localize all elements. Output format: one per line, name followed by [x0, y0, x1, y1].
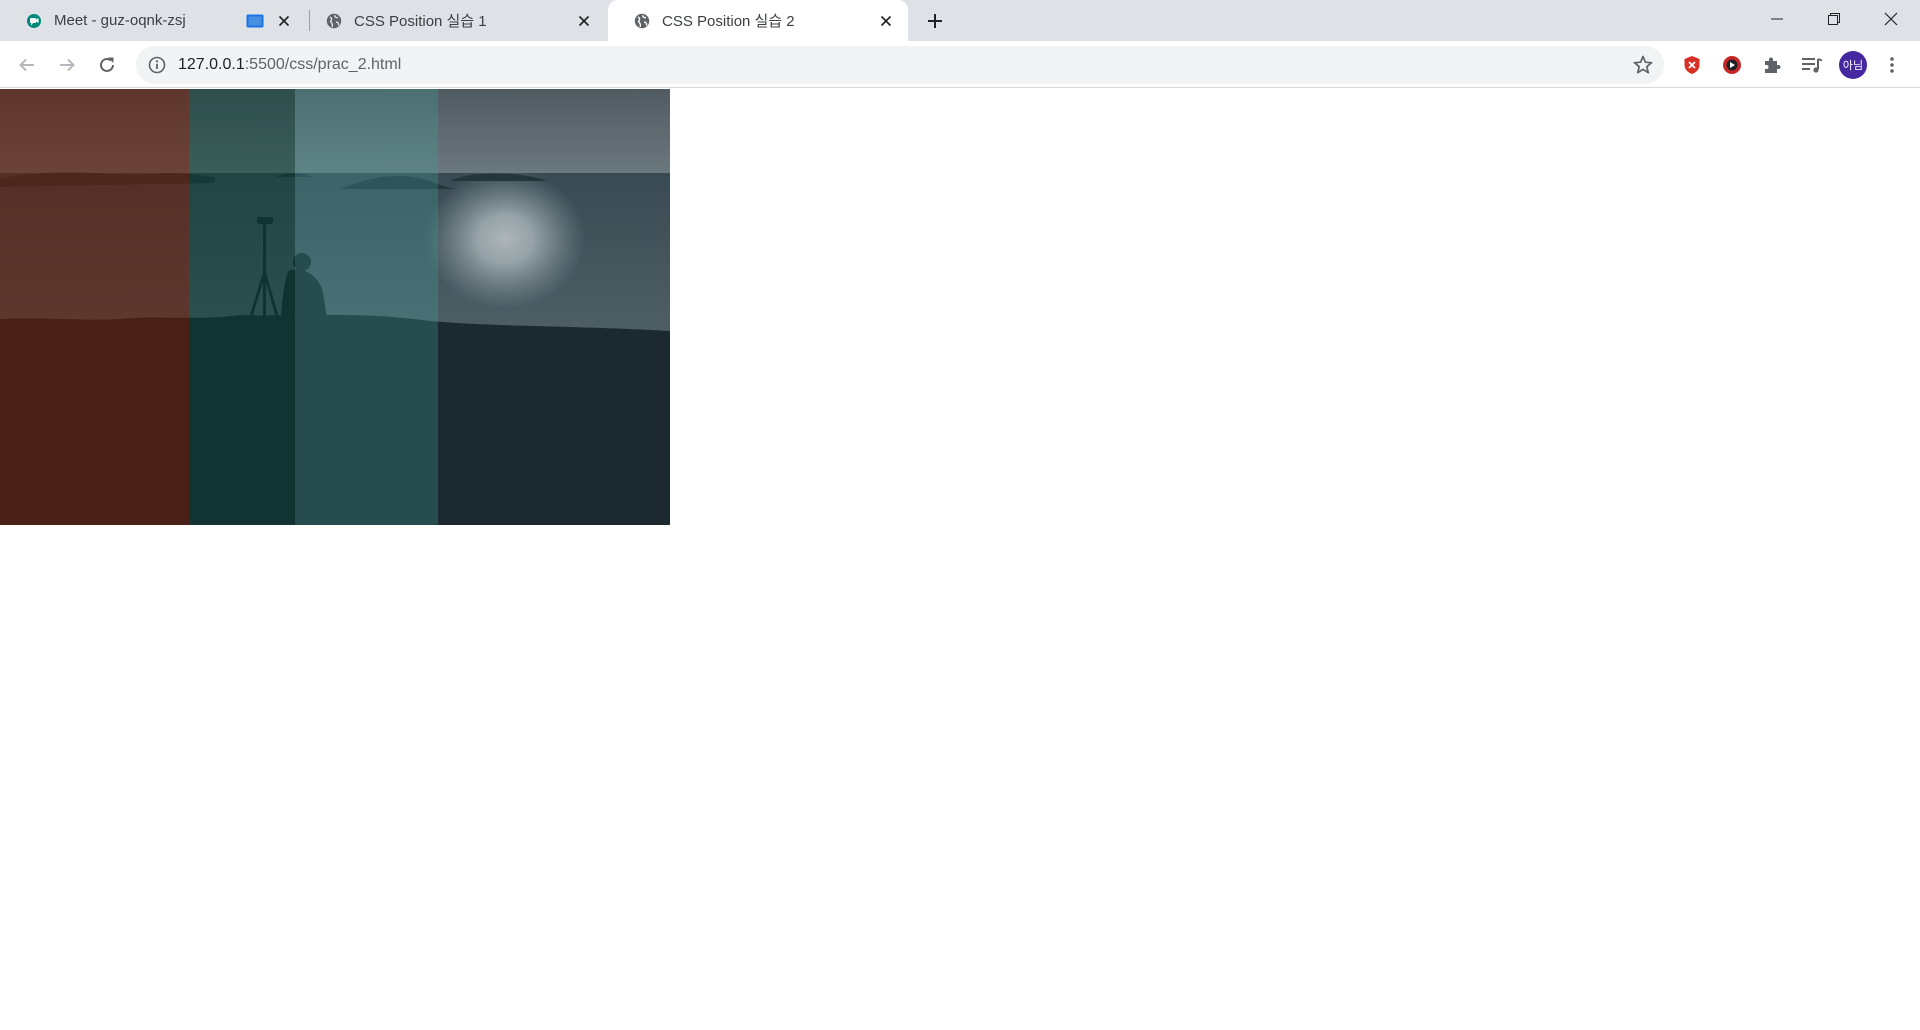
profile-avatar[interactable]: 아님: [1839, 51, 1867, 79]
close-window-button[interactable]: [1862, 0, 1920, 37]
restore-icon: [1828, 12, 1840, 25]
globe-icon: [634, 13, 650, 28]
record-extension-icon: [1723, 56, 1741, 74]
more-vertical-icon: [1890, 57, 1894, 73]
dark-teal-overlay: [189, 89, 295, 525]
tab-css-position-2[interactable]: CSS Position 실습 2: [608, 0, 908, 41]
minimize-icon: [1771, 18, 1783, 19]
url-path: :5500/css/prac_2.html: [244, 56, 402, 73]
media-controls-button[interactable]: [1796, 49, 1828, 81]
puzzle-piece-icon: [1765, 57, 1781, 73]
site-info-icon[interactable]: [148, 56, 166, 74]
playlist-music-icon: [1802, 58, 1823, 73]
tab-title: Meet - guz-oqnk-zsj: [54, 12, 186, 29]
globe-icon: [326, 13, 342, 28]
avatar-label: 아님: [1842, 60, 1864, 72]
tab-title: CSS Position 실습 1: [354, 13, 487, 30]
reload-icon: [100, 57, 114, 72]
chrome-menu-button[interactable]: [1876, 49, 1908, 81]
screen-share-icon: [246, 14, 264, 27]
url-text: 127.0.0.1:5500/css/prac_2.html: [178, 56, 401, 74]
tab-title: CSS Position 실습 2: [662, 13, 795, 30]
close-icon: [1884, 12, 1898, 25]
page-viewport: [0, 89, 1920, 1030]
tab-meet[interactable]: Meet - guz-oqnk-zsj: [0, 0, 306, 41]
google-meet-icon: [27, 13, 41, 28]
back-button[interactable]: [11, 49, 43, 81]
shield-extension-icon: [1684, 56, 1700, 74]
plus-icon: [928, 14, 942, 28]
forward-button[interactable]: [51, 49, 83, 81]
tab-css-position-1[interactable]: CSS Position 실습 1: [300, 0, 606, 41]
close-tab-icon[interactable]: [876, 11, 896, 31]
close-tab-icon[interactable]: [574, 11, 594, 31]
slate-overlay: [438, 89, 670, 525]
new-tab-button[interactable]: [922, 8, 948, 34]
browser-toolbar: 127.0.0.1:5500/css/prac_2.html: [0, 41, 1920, 88]
close-tab-icon[interactable]: [274, 11, 294, 31]
red-overlay: [0, 89, 189, 525]
reload-button[interactable]: [91, 49, 123, 81]
url-host: 127.0.0.1: [178, 56, 245, 73]
teal-overlay: [295, 89, 438, 525]
extensions-button[interactable]: [1756, 49, 1788, 81]
extension-record-button[interactable]: [1716, 49, 1748, 81]
address-bar[interactable]: 127.0.0.1:5500/css/prac_2.html: [136, 46, 1664, 84]
arrow-left-icon: [19, 58, 34, 72]
tab-strip: Meet - guz-oqnk-zsj CSS Position 실습 1 CS…: [0, 0, 1920, 41]
extension-shield-button[interactable]: [1676, 49, 1708, 81]
minimize-button[interactable]: [1748, 0, 1806, 37]
bookmark-star-icon[interactable]: [1632, 54, 1654, 76]
restore-button[interactable]: [1805, 0, 1863, 37]
arrow-right-icon: [60, 58, 75, 72]
